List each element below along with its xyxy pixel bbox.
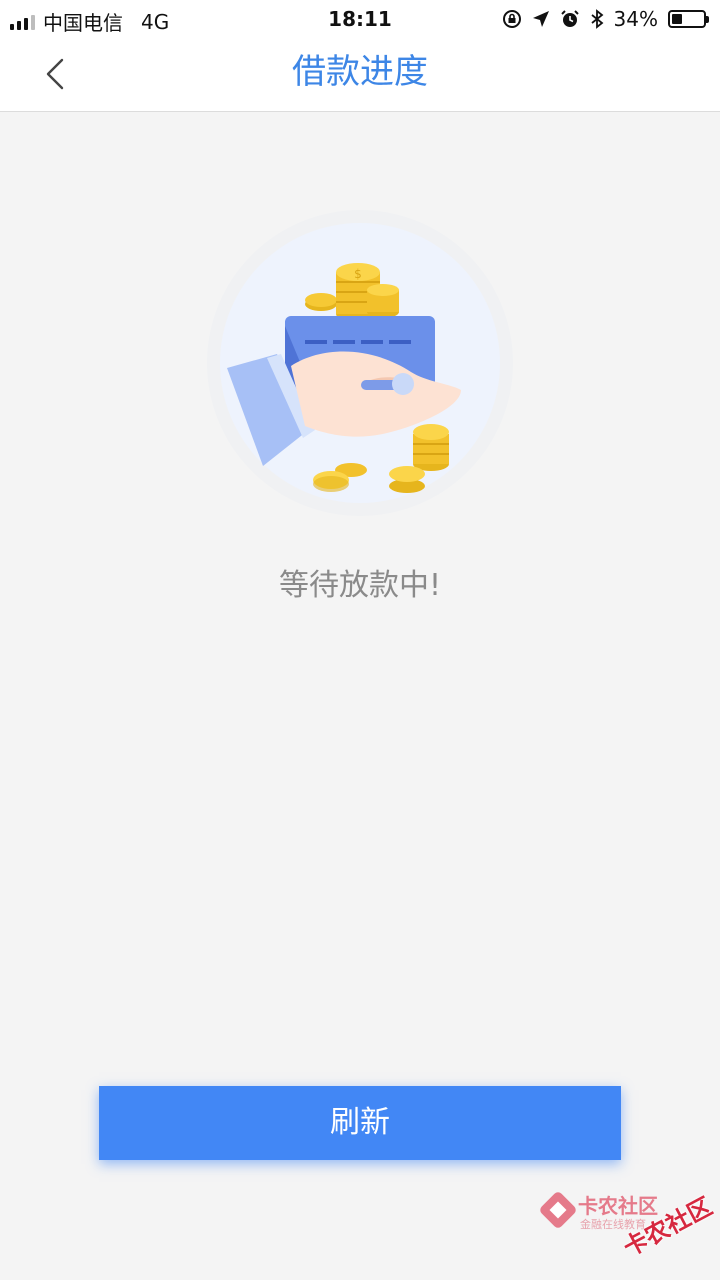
bluetooth-icon xyxy=(590,9,603,29)
refresh-button[interactable]: 刷新 xyxy=(99,1086,621,1160)
orientation-lock-icon xyxy=(502,10,521,28)
location-arrow-icon xyxy=(532,11,549,27)
alarm-icon xyxy=(560,10,579,27)
status-right: 34% xyxy=(502,7,709,31)
loan-status-text: 等待放款中! xyxy=(278,568,442,603)
watermark: 卡农社区 金融在线教育 卡农社区 xyxy=(538,1188,718,1278)
status-bar: 中国电信 4G 18:11 34% xyxy=(0,0,720,40)
hand-holding-card-icon: $ xyxy=(207,210,513,516)
nav-bar: 借款进度 xyxy=(0,40,720,112)
battery-fill xyxy=(672,14,683,24)
battery-icon xyxy=(668,10,709,28)
coin-symbol: $ xyxy=(354,267,362,281)
loan-illustration: $ xyxy=(205,208,515,518)
watermark-logo-icon xyxy=(540,1192,576,1228)
page-title: 借款进度 xyxy=(292,52,428,92)
battery-percent: 34% xyxy=(613,7,658,31)
